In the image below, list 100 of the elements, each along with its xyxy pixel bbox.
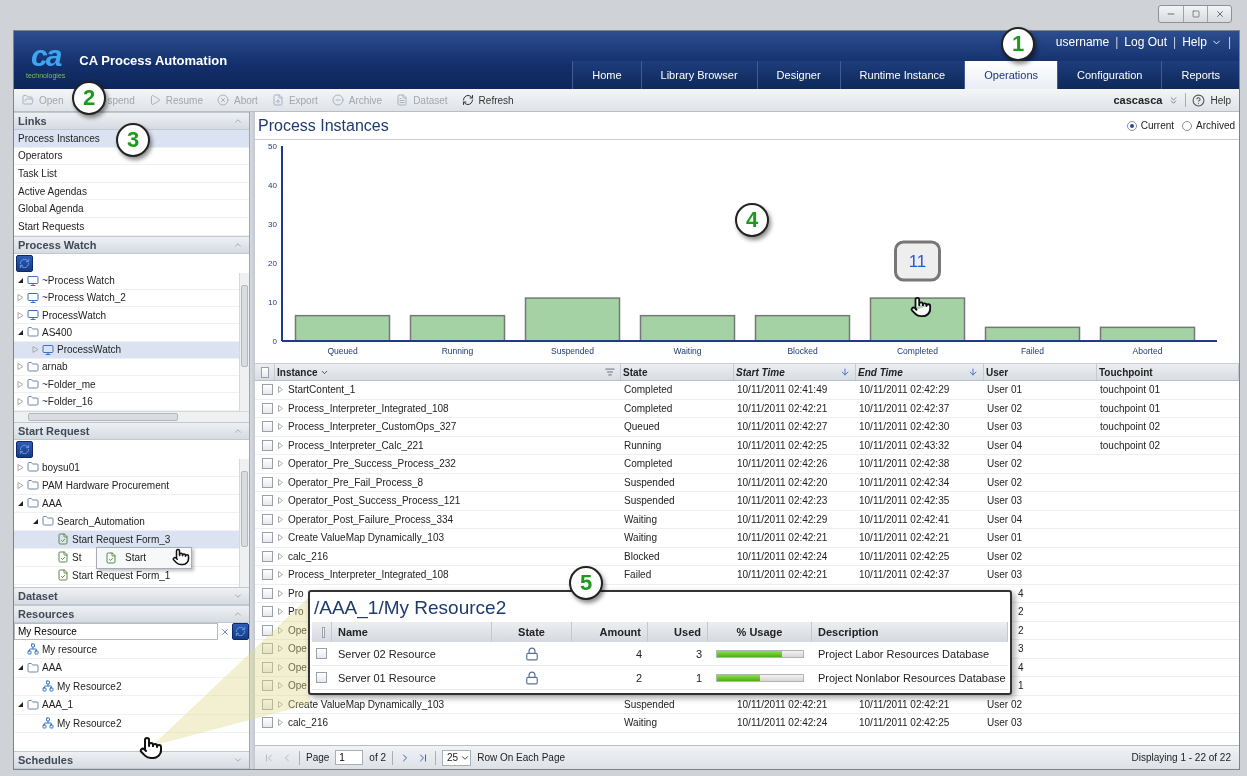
scrollbar[interactable] xyxy=(239,458,249,587)
expand-arrow-icon[interactable] xyxy=(278,682,283,690)
checkbox[interactable] xyxy=(262,495,273,507)
nav-tab[interactable]: Operations xyxy=(964,61,1058,89)
expand-arrow-icon[interactable] xyxy=(278,441,283,449)
sort-arrow-icon[interactable] xyxy=(840,367,850,377)
checkbox[interactable] xyxy=(262,439,273,451)
tree-item[interactable]: My resource xyxy=(14,640,249,660)
bar[interactable] xyxy=(984,326,1081,342)
expand-arrow-icon[interactable] xyxy=(278,700,283,708)
tree-item[interactable]: AS400 xyxy=(14,324,239,342)
collapse-arrow-icon[interactable] xyxy=(32,517,39,525)
bar[interactable] xyxy=(1099,326,1196,342)
checkbox[interactable] xyxy=(322,626,325,638)
collapse-arrow-icon[interactable] xyxy=(17,499,24,507)
checkbox[interactable] xyxy=(316,672,327,683)
section-header[interactable]: Links xyxy=(14,112,249,130)
expand-arrow-icon[interactable] xyxy=(278,719,283,727)
nav-tab[interactable]: Runtime Instance xyxy=(839,61,965,89)
checkbox[interactable] xyxy=(262,550,273,562)
column-header[interactable]: Amount xyxy=(572,622,648,642)
expand-arrow-icon[interactable] xyxy=(278,515,283,523)
column-header[interactable]: State xyxy=(492,622,572,642)
expand-arrow-icon[interactable] xyxy=(17,363,24,371)
refresh-button[interactable] xyxy=(232,623,249,641)
bar[interactable] xyxy=(409,314,506,342)
collapse-icon[interactable] xyxy=(233,116,243,126)
collapse-arrow-icon[interactable] xyxy=(17,701,24,709)
checkbox[interactable] xyxy=(262,717,273,729)
nav-tab[interactable]: Home xyxy=(572,61,641,89)
checkbox[interactable] xyxy=(262,680,273,692)
column-header[interactable]: % Usage xyxy=(708,622,812,642)
column-header[interactable]: Start Time xyxy=(734,364,856,380)
column-header[interactable]: Touchpoint xyxy=(1097,364,1239,380)
nav-tab[interactable]: Configuration xyxy=(1057,61,1162,89)
expand-arrow-icon[interactable] xyxy=(17,463,24,471)
scrollbar[interactable] xyxy=(14,410,249,422)
first-page-icon[interactable] xyxy=(263,751,275,764)
checkbox[interactable] xyxy=(262,569,273,581)
search-field[interactable]: My Resource xyxy=(14,623,218,641)
expand-arrow-icon[interactable] xyxy=(278,460,283,468)
tree-item[interactable]: ~Folder_me xyxy=(14,376,239,394)
expand-arrow-icon[interactable] xyxy=(278,571,283,579)
bar[interactable] xyxy=(869,297,966,342)
checkbox[interactable] xyxy=(262,476,273,488)
bar[interactable] xyxy=(524,297,621,342)
expand-arrow-icon[interactable] xyxy=(278,608,283,616)
radio-option[interactable]: Archived xyxy=(1182,120,1235,131)
checkbox[interactable] xyxy=(262,606,273,618)
expand-arrow-icon[interactable] xyxy=(17,311,24,319)
checkbox[interactable] xyxy=(262,643,273,655)
column-header[interactable]: Name xyxy=(332,622,492,642)
bar[interactable] xyxy=(754,314,851,342)
refresh-button[interactable] xyxy=(16,440,33,458)
checkbox[interactable] xyxy=(262,698,273,710)
expand-arrow-icon[interactable] xyxy=(278,534,283,542)
expand-icon[interactable] xyxy=(233,755,243,765)
expand-arrow-icon[interactable] xyxy=(278,478,283,486)
expand-arrow-icon[interactable] xyxy=(278,663,283,671)
section-header[interactable]: Schedules xyxy=(14,751,249,769)
checkbox[interactable] xyxy=(316,648,327,659)
scrollbar[interactable] xyxy=(239,272,249,411)
checkbox[interactable] xyxy=(262,532,273,544)
expand-arrow-icon[interactable] xyxy=(278,626,283,634)
column-header[interactable]: End Time xyxy=(856,364,984,380)
expand-arrow-icon[interactable] xyxy=(278,497,283,505)
column-header[interactable]: State xyxy=(621,364,734,380)
expand-arrow-icon[interactable] xyxy=(17,481,24,489)
expand-arrow-icon[interactable] xyxy=(278,423,283,431)
radio-option[interactable]: Current xyxy=(1126,120,1175,131)
tree-item[interactable]: ProcessWatch xyxy=(14,307,239,325)
column-header[interactable]: Used xyxy=(648,622,708,642)
expand-arrow-icon[interactable] xyxy=(278,645,283,653)
header-link[interactable]: Log Out xyxy=(1124,35,1168,49)
toolbar-button[interactable]: Refresh xyxy=(461,94,514,106)
header-link[interactable]: Help xyxy=(1182,35,1222,49)
column-header[interactable]: User xyxy=(984,364,1097,380)
expand-arrow-icon[interactable] xyxy=(278,404,283,412)
help-button[interactable]: Help xyxy=(1192,93,1231,107)
bar[interactable] xyxy=(294,314,391,342)
checkbox[interactable] xyxy=(262,513,273,525)
checkbox[interactable] xyxy=(262,384,273,396)
checkbox[interactable] xyxy=(262,458,273,470)
expand-arrow-icon[interactable] xyxy=(17,294,24,302)
checkbox[interactable] xyxy=(261,366,269,378)
nav-tab[interactable]: Designer xyxy=(756,61,840,89)
collapse-arrow-icon[interactable] xyxy=(17,277,24,285)
bar[interactable] xyxy=(639,314,736,342)
checkbox[interactable] xyxy=(262,402,273,414)
page-size-select[interactable]: 25 xyxy=(442,749,472,766)
clear-button[interactable] xyxy=(220,626,230,637)
menu-item[interactable]: Start xyxy=(97,547,191,568)
expand-arrow-icon[interactable] xyxy=(17,397,24,405)
filter-icon[interactable] xyxy=(605,367,615,377)
column-header[interactable]: Instance xyxy=(275,364,621,380)
sort-arrow-icon[interactable] xyxy=(968,367,978,377)
page-input[interactable]: 1 xyxy=(335,750,364,765)
checkbox[interactable] xyxy=(262,587,273,599)
checkbox[interactable] xyxy=(262,624,273,636)
expand-arrow-icon[interactable] xyxy=(17,380,24,388)
